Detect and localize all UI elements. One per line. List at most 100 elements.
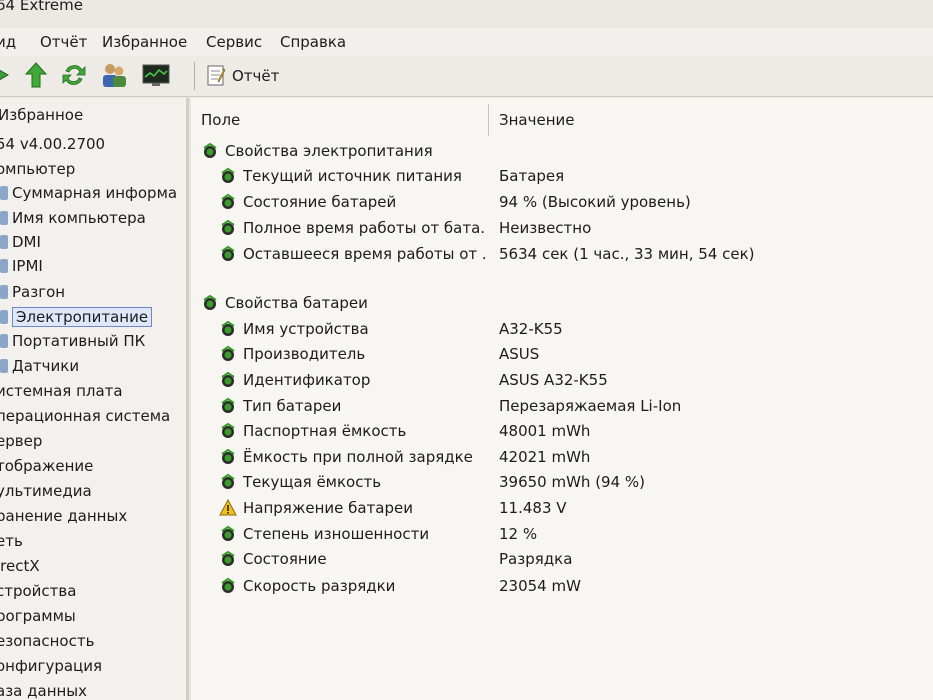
sidebar-item-22[interactable]: аза данных [0,680,87,700]
warning-icon [219,499,237,516]
table-row[interactable]: Текущая ёмкость 39650 mWh (94 %) [191,469,933,495]
sidebar-item-8[interactable]: Портативный ПК [0,330,145,352]
sidebar-header[interactable]: Избранное [0,106,83,124]
forward-arrow-icon[interactable] [0,61,18,89]
sidebar-item-label: еть [0,532,23,550]
sidebar-item-6[interactable]: Разгон [0,281,65,303]
table-row[interactable]: Паспортная ёмкость 48001 mWh [191,418,933,444]
sidebar-item-label: Суммарная информа [12,184,178,202]
sidebar-item-label: рограммы [0,607,76,625]
battery-icon [221,550,235,566]
table-row[interactable]: Производитель ASUS [191,341,933,367]
table-row[interactable]: Состояние Разрядка [191,546,933,572]
tree-node-icon [0,310,8,324]
field-value: Разрядка [499,550,573,568]
battery-icon [221,320,235,336]
field-value: 94 % (Высокий уровень) [499,193,691,211]
table-row[interactable]: Состояние батарей 94 % (Высокий уровень) [191,189,933,215]
field-value: 12 % [499,525,538,543]
sidebar-item-label: Разгон [12,283,66,301]
menu-view[interactable]: ид [0,33,16,51]
field-value: 11.483 V [499,499,567,517]
table-row[interactable]: Скорость разрядки 23054 mW [191,573,933,599]
sidebar-item-9[interactable]: Датчики [0,355,79,377]
table-row[interactable]: Полное время работы от бата... Неизвестно [191,215,933,241]
menu-report[interactable]: Отчёт [40,33,87,51]
battery-icon [221,473,235,489]
battery-icon [221,448,235,464]
table-row[interactable]: Тип батареи Перезаряжаемая Li-Ion [191,393,933,419]
battery-icon [221,371,235,387]
sidebar-item-3[interactable]: Имя компьютера [0,207,146,229]
sidebar-item-17[interactable]: irectX [0,555,40,577]
menu-service[interactable]: Сервис [206,33,262,51]
tree-node-icon [0,186,8,200]
table-row[interactable]: Ёмкость при полной зарядке 42021 mWh [191,444,933,470]
field-value: 23054 mW [499,577,581,595]
sidebar-item-18[interactable]: стройства [0,580,76,602]
sidebar-item-label: Электропитание [12,307,153,327]
battery-icon [221,525,235,541]
sidebar-item-2[interactable]: Суммарная информа [0,182,177,204]
sidebar-item-label: ервер [0,432,43,450]
table-row[interactable]: Текущий источник питания Батарея [191,163,933,189]
sidebar-item-label: перационная система [0,407,171,425]
sidebar-item-11[interactable]: перационная система [0,405,170,427]
sidebar-item-label: аза данных [0,682,88,700]
sidebar-item-1[interactable]: омпьютер [0,158,75,180]
up-arrow-icon[interactable] [22,61,50,89]
toolbar-separator [194,62,195,90]
refresh-icon[interactable] [60,61,88,89]
menu-help[interactable]: Справка [280,33,346,51]
sidebar-item-20[interactable]: езопасность [0,630,94,652]
table-group-row[interactable]: Свойства электропитания [191,138,933,164]
sidebar-tree: Избранное 54 v4.00.2700 омпьютер Суммарная… [0,98,189,700]
tree-node-icon [0,285,8,299]
battery-icon [221,422,235,438]
column-header-field[interactable]: Поле [201,106,240,136]
battery-icon [221,397,235,413]
column-divider[interactable] [488,104,489,136]
sidebar-item-16[interactable]: еть [0,530,23,552]
table-row[interactable]: Имя устройства A32-K55 [191,316,933,342]
table-group-row[interactable]: Свойства батареи [191,290,933,316]
table-row[interactable]: Напряжение батареи 11.483 V [191,495,933,521]
column-header-value[interactable]: Значение [499,106,575,136]
table-row[interactable]: Степень изношенности 12 % [191,521,933,547]
battery-icon [221,245,235,261]
field-value: Перезаряжаемая Li-Ion [499,397,682,415]
menu-bar: ид Отчёт Избранное Сервис Справка [0,28,933,56]
sidebar-item-5[interactable]: IPMI [0,255,43,277]
field-name: Текущий источник питания [243,167,462,185]
users-icon[interactable] [100,61,128,89]
field-value: 48001 mWh [499,422,591,440]
table-row[interactable]: Оставшееся время работы от ... 5634 сек (… [191,241,933,267]
sidebar-item-4[interactable]: DMI [0,231,41,253]
sidebar-item-label: езопасность [0,632,95,650]
field-name: Состояние батарей [243,193,397,211]
sidebar-item-21[interactable]: онфигурация [0,655,102,677]
sidebar-item-13[interactable]: тображение [0,455,93,477]
title-bar: 64 Extreme [0,0,933,26]
sidebar-item-19[interactable]: рограммы [0,605,76,627]
report-button[interactable]: Отчёт [206,62,279,90]
monitor-icon[interactable] [142,61,170,89]
field-value: 5634 сек (1 час., 33 мин, 54 сек) [499,245,755,263]
sidebar-item-0[interactable]: 54 v4.00.2700 [0,133,105,155]
sidebar-item-14[interactable]: ультимедиа [0,480,92,502]
field-name: Текущая ёмкость [243,473,382,491]
battery-icon [203,142,217,158]
battery-icon [221,345,235,361]
sidebar-item-12[interactable]: ервер [0,430,42,452]
sidebar-item-label: Портативный ПК [12,332,146,350]
sidebar-item-label: Имя компьютера [12,209,146,227]
menu-favorites[interactable]: Избранное [102,33,187,51]
sidebar-item-10[interactable]: истемная плата [0,380,123,402]
field-name: Степень изношенности [243,525,430,543]
sidebar-item-15[interactable]: ранение данных [0,505,127,527]
sidebar-item-7[interactable]: Электропитание [0,306,153,328]
report-button-label: Отчёт [232,67,280,85]
battery-icon [221,219,235,235]
sidebar-item-label: Датчики [12,357,80,375]
table-row[interactable]: Идентификатор ASUS A32-K55 [191,367,933,393]
